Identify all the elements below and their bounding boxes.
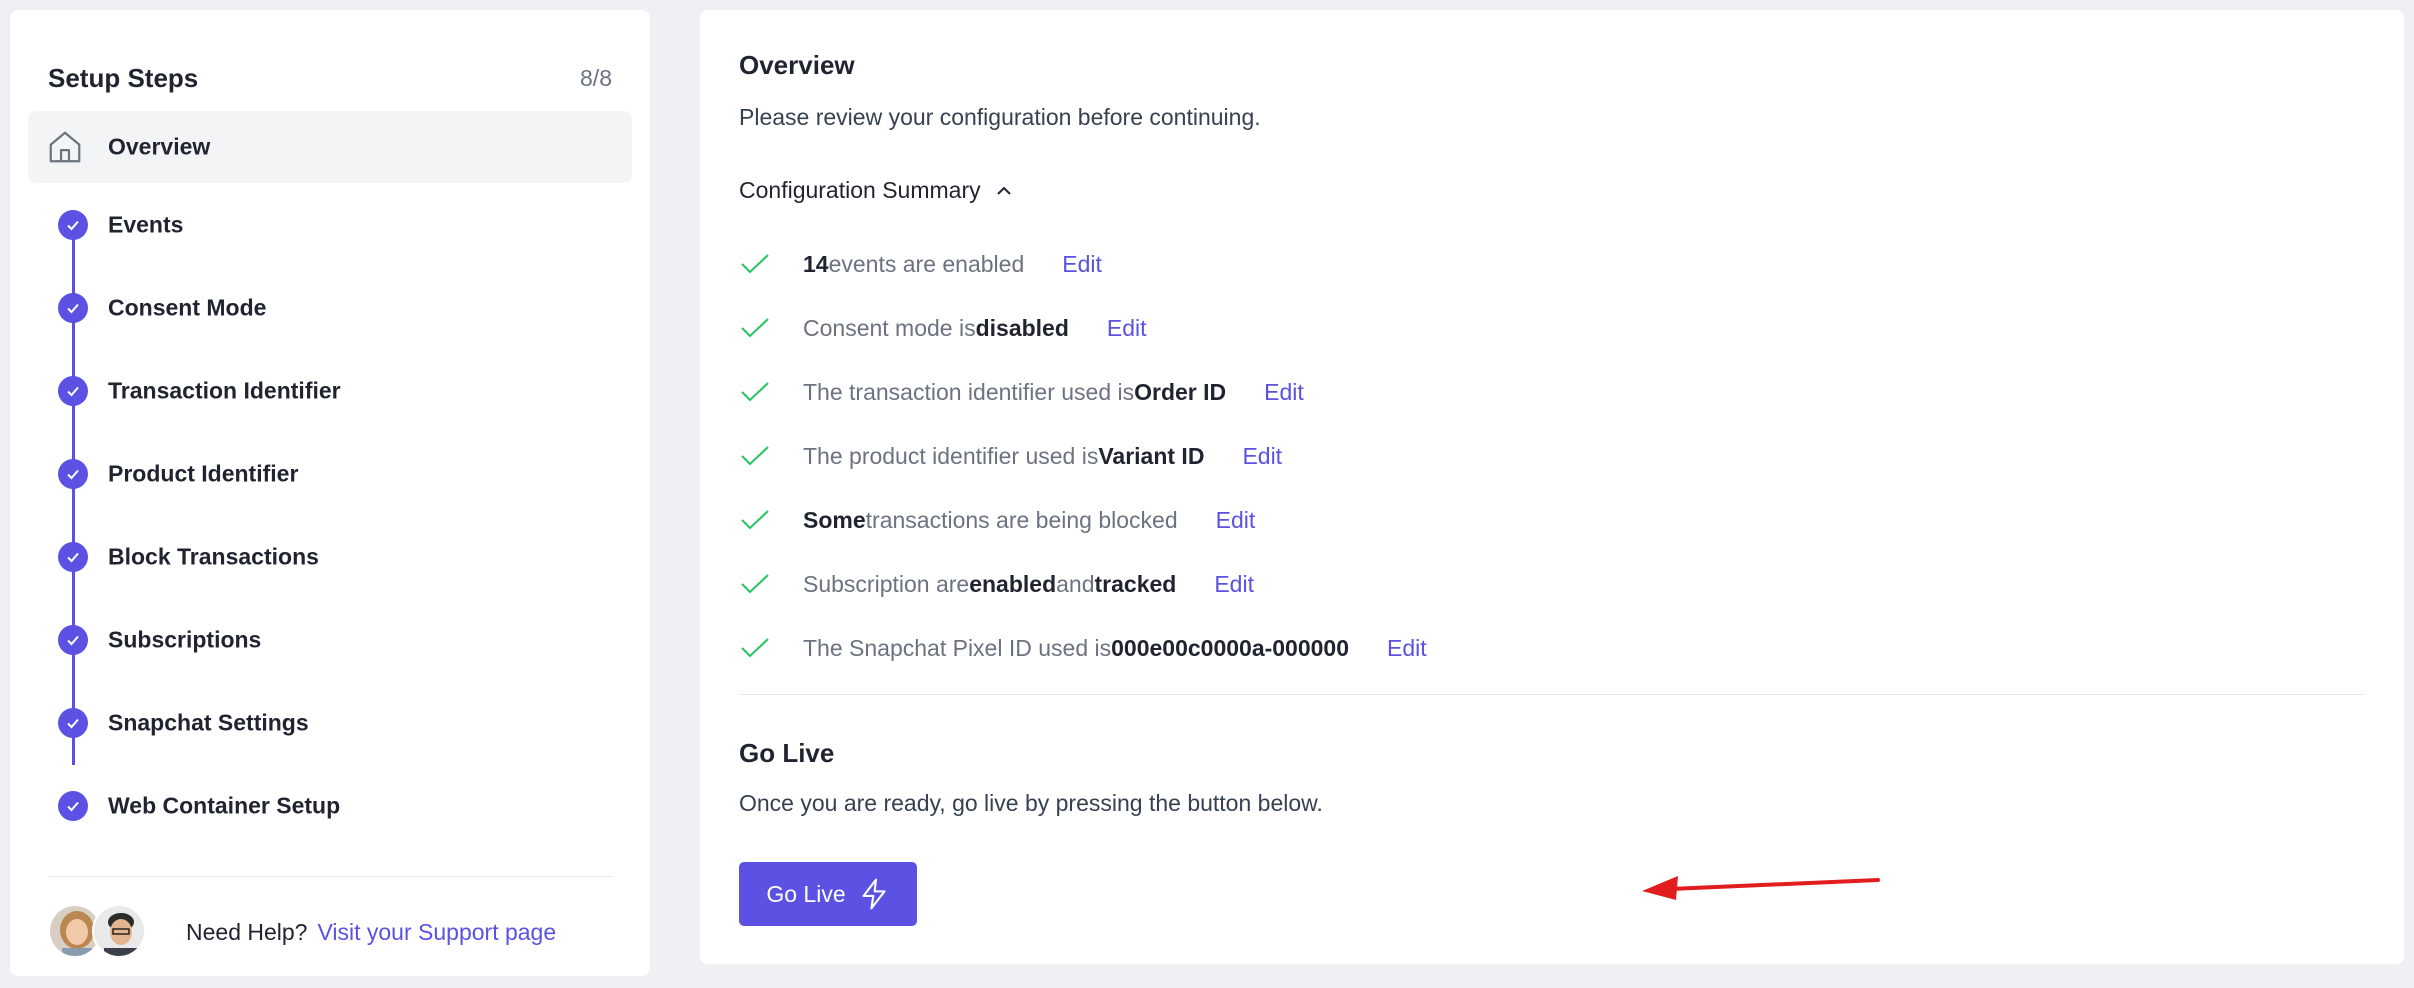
check-circle-icon [58,375,88,406]
support-page-link[interactable]: Visit your Support page [317,919,556,946]
go-live-title: Go Live [739,738,835,768]
sidebar-item-consent-mode[interactable]: Consent Mode [28,266,632,349]
check-icon [741,318,769,338]
red-arrow-annotation [1642,876,1880,900]
check-circle-icon [58,790,88,821]
go-live-button[interactable]: Go Live [739,862,917,926]
help-text: Need Help? [186,918,308,945]
page-subtitle: Please review your configuration before … [739,104,1261,130]
edit-product-identifier-link[interactable]: Edit [1242,443,1282,470]
sidebar-item-events[interactable]: Events [28,183,632,266]
sidebar-item-subscriptions[interactable]: Subscriptions [28,598,632,681]
check-circle-icon [58,707,88,738]
sidebar-item-label: Snapchat Settings [108,709,309,735]
summary-item-block-transactions: Some transactions are being blocked Edit [739,488,1427,552]
sidebar-item-label: Block Transactions [108,543,319,569]
configuration-summary-toggle[interactable]: Configuration Summary [739,177,1013,204]
sidebar-item-transaction-identifier[interactable]: Transaction Identifier [28,349,632,432]
edit-block-transactions-link[interactable]: Edit [1216,507,1256,534]
section-divider [739,694,2365,695]
summary-item-snapchat-pixel: The Snapchat Pixel ID used is 000e00c000… [739,616,1427,680]
configuration-summary-list: 14 events are enabled Edit Consent mode … [739,232,1427,680]
summary-item-consent-mode: Consent mode is disabled Edit [739,296,1427,360]
check-icon [741,254,769,274]
sidebar-item-label: Product Identifier [108,460,299,486]
check-icon [741,446,769,466]
summary-item-transaction-identifier: The transaction identifier used is Order… [739,360,1427,424]
sidebar-item-label: Consent Mode [108,294,267,320]
summary-item-subscriptions: Subscription are enabled and tracked Edi… [739,552,1427,616]
sidebar-item-label: Transaction Identifier [108,377,341,403]
sidebar-item-snapchat-settings[interactable]: Snapchat Settings [28,681,632,764]
check-circle-icon [58,292,88,323]
sidebar-header: Setup Steps 8/8 [48,60,612,96]
setup-steps-sidebar: Setup Steps 8/8 Overview Events Consent … [10,10,650,976]
sidebar-item-label: Subscriptions [108,626,262,652]
sidebar-item-overview[interactable]: Overview [28,111,632,183]
support-avatars [48,904,156,960]
summary-item-events: 14 events are enabled Edit [739,232,1427,296]
sidebar-title: Setup Steps [48,62,199,93]
sidebar-item-web-container-setup[interactable]: Web Container Setup [28,764,632,847]
edit-transaction-identifier-link[interactable]: Edit [1264,379,1304,406]
check-icon [741,382,769,402]
avatar [92,904,146,958]
sidebar-item-block-transactions[interactable]: Block Transactions [28,515,632,598]
check-icon [741,574,769,594]
edit-events-link[interactable]: Edit [1062,251,1102,278]
check-icon [741,510,769,530]
sidebar-item-label: Events [108,211,184,237]
home-icon [46,128,84,166]
go-live-button-label: Go Live [766,880,846,907]
edit-subscriptions-link[interactable]: Edit [1214,571,1254,598]
lightning-icon [862,878,886,910]
sidebar-divider [48,876,612,877]
sidebar-item-label: Overview [108,133,211,160]
page-title: Overview [739,50,855,80]
chevron-up-icon [996,186,1011,195]
check-circle-icon [58,209,88,240]
overview-panel: Overview Please review your configuratio… [700,10,2404,964]
sidebar-item-product-identifier[interactable]: Product Identifier [28,432,632,515]
edit-snapchat-pixel-link[interactable]: Edit [1387,635,1427,662]
summary-item-product-identifier: The product identifier used is Variant I… [739,424,1427,488]
go-live-subtitle: Once you are ready, go live by pressing … [739,790,1323,816]
check-circle-icon [58,458,88,489]
summary-toggle-label: Configuration Summary [739,177,981,203]
steps-list: Overview Events Consent Mode Transaction… [28,111,632,847]
edit-consent-mode-link[interactable]: Edit [1107,315,1147,342]
check-circle-icon [58,624,88,655]
check-icon [741,638,769,658]
step-count: 8/8 [580,64,612,91]
help-section: Need Help? Visit your Support page [48,902,556,962]
check-circle-icon [58,541,88,572]
sidebar-item-label: Web Container Setup [108,792,341,818]
